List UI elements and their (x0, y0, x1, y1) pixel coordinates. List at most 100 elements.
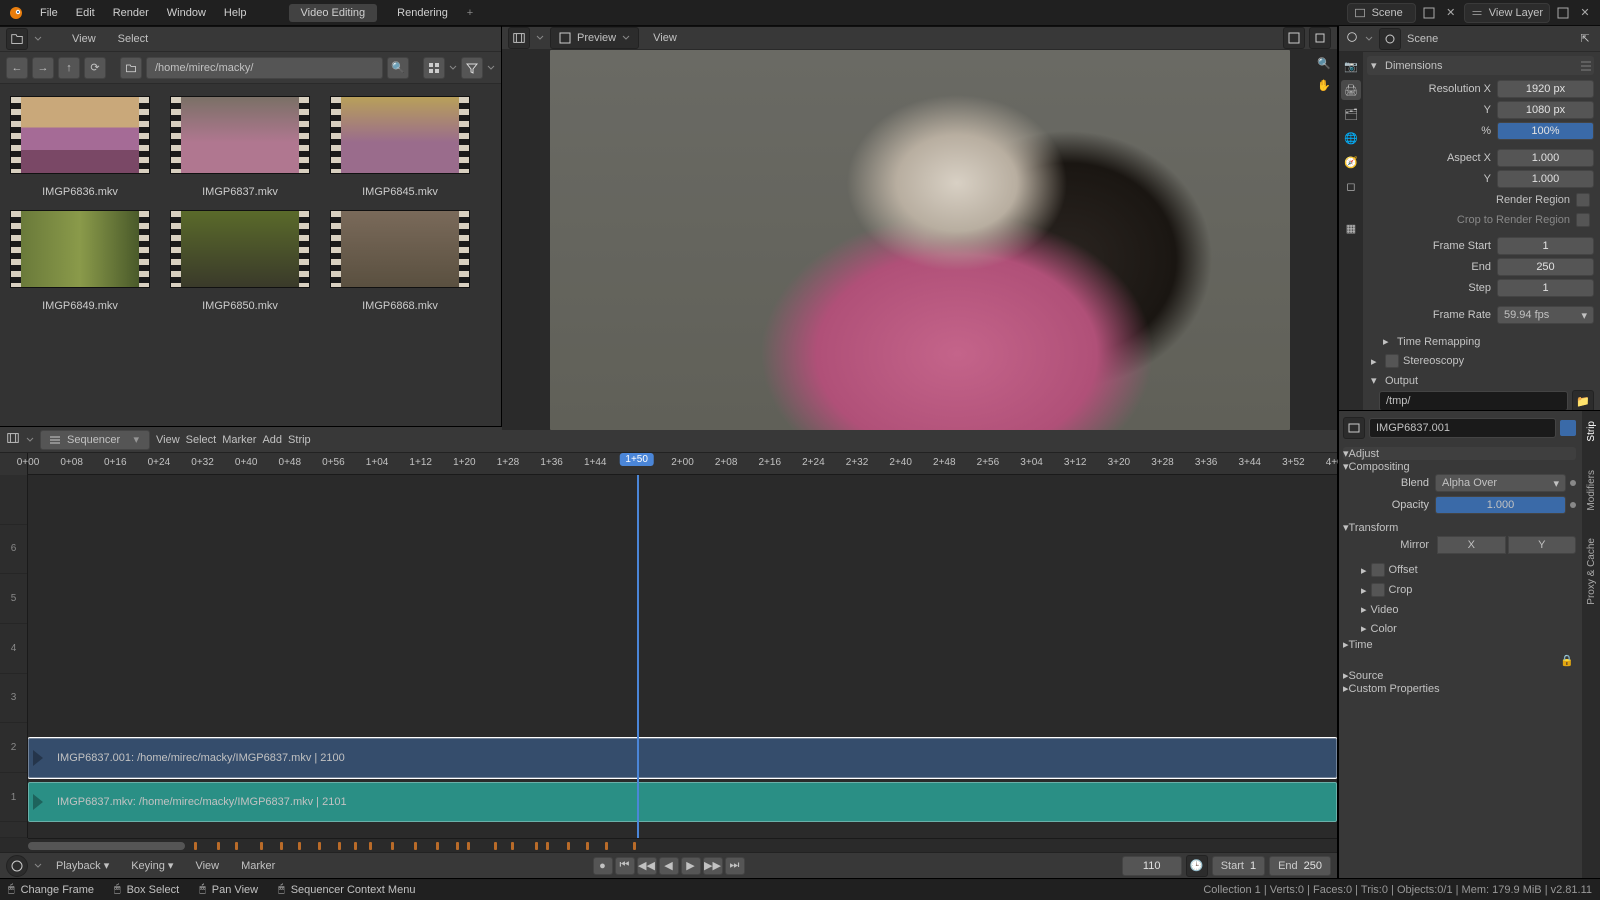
filebrowser-select-menu[interactable]: Select (110, 30, 157, 48)
viewlayer-delete-icon[interactable]: ✕ (1576, 4, 1594, 22)
seq-menu-add[interactable]: Add (262, 434, 282, 446)
panel-source[interactable]: ▸Source (1343, 669, 1576, 682)
panel-adjust[interactable]: ▾Adjust (1343, 447, 1576, 460)
tab-modifiers[interactable]: Modifiers (1586, 466, 1597, 515)
tab-output-icon[interactable]: 🖨 (1341, 80, 1361, 100)
display-mode-button[interactable] (423, 57, 445, 79)
new-folder-button[interactable] (120, 57, 142, 79)
file-item[interactable]: IMGP6849.mkv (10, 210, 150, 312)
panel-compositing[interactable]: ▾Compositing (1343, 460, 1576, 473)
strip-mute-checkbox[interactable] (1560, 420, 1576, 436)
nav-refresh-button[interactable]: ⟳ (84, 57, 106, 79)
panel-offset[interactable]: ▸Offset (1343, 560, 1576, 580)
aspect-x-field[interactable]: 1.000 (1497, 149, 1594, 167)
pin-icon[interactable]: ⇱ (1576, 30, 1594, 48)
frame-step-field[interactable]: 1 (1497, 279, 1594, 297)
panel-custom-properties[interactable]: ▸Custom Properties (1343, 682, 1576, 695)
viewlayer-new-icon[interactable] (1554, 4, 1572, 22)
seq-menu-view[interactable]: View (156, 434, 180, 446)
search-button[interactable]: 🔍 (387, 57, 409, 79)
frame-rate-dropdown[interactable]: 59.94 fps▾ (1497, 306, 1594, 324)
frame-end-field[interactable]: 250 (1497, 258, 1594, 276)
footer-playback[interactable]: Playback ▾ (48, 856, 117, 875)
play-button[interactable]: ▶ (681, 857, 701, 875)
panel-color[interactable]: ▸Color (1343, 619, 1576, 638)
footer-view[interactable]: View (187, 857, 227, 875)
preview-viewport[interactable]: 🔍 ✋ (502, 50, 1337, 430)
jump-prev-key-button[interactable]: ◀◀ (637, 857, 657, 875)
audio-strip[interactable]: IMGP6837.mkv: /home/mirec/macky/IMGP6837… (28, 782, 1337, 822)
sequencer-editor-icon[interactable] (6, 431, 20, 448)
file-item[interactable]: IMGP6837.mkv (170, 96, 310, 198)
filter-button[interactable] (461, 57, 483, 79)
pan-icon[interactable]: ✋ (1315, 76, 1333, 94)
sequencer-preview-editor-icon[interactable] (508, 27, 530, 49)
footer-keying[interactable]: Keying ▾ (123, 856, 181, 875)
anim-dot[interactable] (1570, 502, 1576, 508)
resolution-y-field[interactable]: 1080 px (1497, 101, 1594, 119)
viewlayer-selector[interactable]: View Layer (1464, 3, 1550, 23)
file-item[interactable]: IMGP6850.mkv (170, 210, 310, 312)
menu-render[interactable]: Render (105, 3, 157, 23)
timeline-body[interactable]: IMGP6837.001: /home/mirec/macky/IMGP6837… (28, 475, 1337, 838)
resolution-percent-field[interactable]: 100% (1497, 122, 1594, 140)
mirror-y-button[interactable]: Y (1508, 536, 1577, 554)
play-reverse-button[interactable]: ◀ (659, 857, 679, 875)
scene-delete-icon[interactable]: ✕ (1442, 4, 1460, 22)
clock-icon[interactable]: 🕒 (1186, 855, 1208, 877)
nav-forward-button[interactable]: → (32, 57, 54, 79)
menu-file[interactable]: File (32, 3, 66, 23)
path-input[interactable]: /home/mirec/macky/ (146, 57, 383, 79)
timeline-scrollbar[interactable] (28, 838, 1337, 852)
tab-object-icon[interactable]: ◻ (1341, 176, 1361, 196)
current-frame-field[interactable]: 110 (1122, 856, 1182, 876)
opacity-field[interactable]: 1.000 (1435, 496, 1566, 514)
jump-start-button[interactable]: ⏮ (615, 857, 635, 875)
frame-start-field[interactable]: 1 (1497, 237, 1594, 255)
panel-time[interactable]: ▸Time🔒 (1343, 638, 1576, 669)
preview-channels-icon[interactable] (1283, 27, 1305, 49)
anim-dot[interactable] (1570, 480, 1576, 486)
blend-dropdown[interactable]: Alpha Over▾ (1435, 474, 1566, 492)
timeline-ruler[interactable]: 0+000+080+160+240+320+400+480+561+041+12… (28, 453, 1337, 475)
strip-name-field[interactable]: IMGP6837.001 (1369, 418, 1556, 438)
panel-video[interactable]: ▸Video (1343, 600, 1576, 619)
frame-start-field[interactable]: Start1 (1212, 856, 1265, 876)
playhead[interactable] (637, 475, 639, 838)
footer-marker[interactable]: Marker (233, 857, 283, 875)
panel-crop[interactable]: ▸Crop (1343, 580, 1576, 600)
output-path-field[interactable]: /tmp/ (1379, 391, 1568, 410)
scene-pin-icon[interactable] (1379, 28, 1401, 50)
preview-mode-dropdown[interactable]: Preview (550, 27, 639, 49)
panel-transform[interactable]: ▾Transform (1343, 521, 1576, 534)
aspect-y-field[interactable]: 1.000 (1497, 170, 1594, 188)
file-item[interactable]: IMGP6845.mkv (330, 96, 470, 198)
workspace-tab-video-editing[interactable]: Video Editing (289, 4, 378, 22)
nav-back-button[interactable]: ← (6, 57, 28, 79)
workspace-tab-rendering[interactable]: Rendering (385, 4, 460, 22)
sequencer-timeline[interactable]: 0+000+080+160+240+320+400+480+561+041+12… (0, 453, 1337, 852)
tab-scene-icon[interactable]: 🌐 (1341, 128, 1361, 148)
tab-texture-icon[interactable]: ▦ (1341, 218, 1361, 238)
panel-time-remapping[interactable]: ▸Time Remapping (1367, 332, 1594, 351)
panel-stereoscopy[interactable]: ▸Stereoscopy (1367, 351, 1594, 371)
options-menu-icon[interactable] (1578, 58, 1594, 74)
tab-render-icon[interactable]: 📷 (1341, 56, 1361, 76)
video-strip[interactable]: IMGP6837.001: /home/mirec/macky/IMGP6837… (28, 738, 1337, 778)
mirror-x-button[interactable]: X (1437, 536, 1506, 554)
tab-viewlayer-icon[interactable]: 🗂 (1341, 104, 1361, 124)
menu-edit[interactable]: Edit (68, 3, 103, 23)
workspace-add-button[interactable]: + (462, 5, 478, 21)
folder-browse-icon[interactable]: 📁 (1572, 390, 1594, 410)
filebrowser-editor-icon[interactable] (6, 28, 28, 50)
record-button[interactable]: ● (593, 857, 613, 875)
preview-overlay-icon[interactable] (1309, 27, 1331, 49)
menu-help[interactable]: Help (216, 3, 255, 23)
frame-end-field[interactable]: End250 (1269, 856, 1331, 876)
resolution-x-field[interactable]: 1920 px (1497, 80, 1594, 98)
tab-strip[interactable]: Strip (1586, 417, 1597, 446)
filebrowser-view-menu[interactable]: View (64, 30, 104, 48)
file-item[interactable]: IMGP6836.mkv (10, 96, 150, 198)
zoom-icon[interactable]: 🔍 (1315, 54, 1333, 72)
jump-next-key-button[interactable]: ▶▶ (703, 857, 723, 875)
